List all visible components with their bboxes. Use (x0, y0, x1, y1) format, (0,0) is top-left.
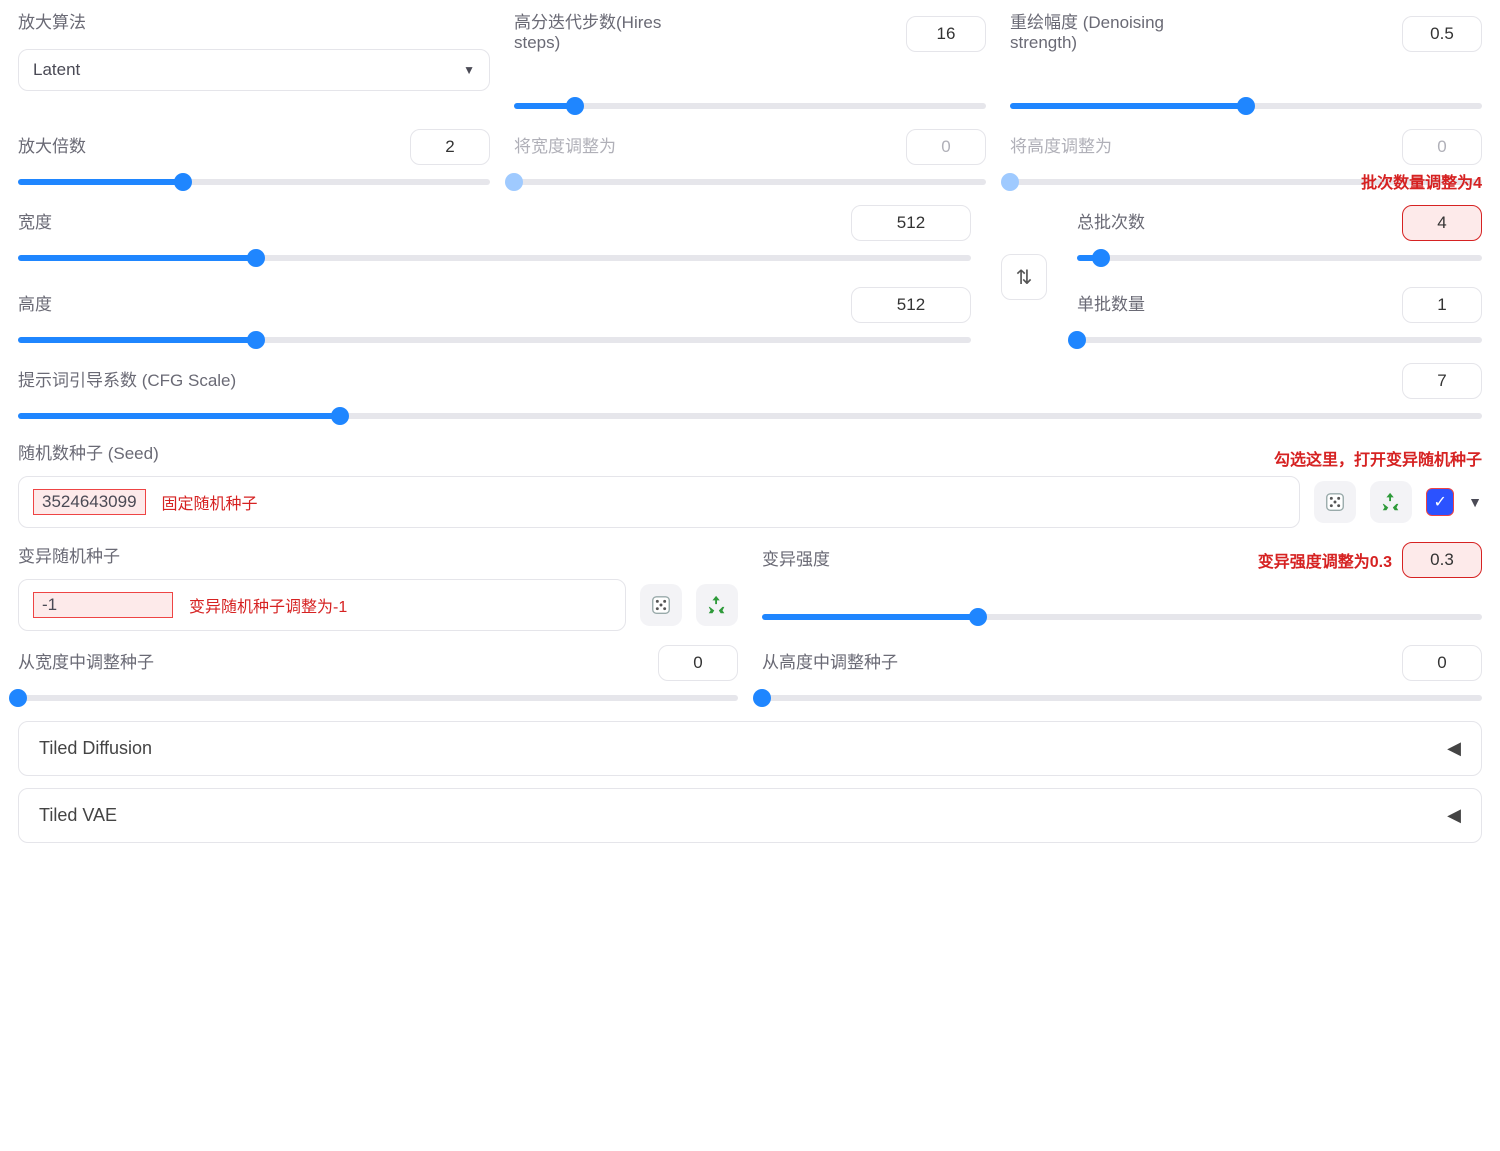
recycle-icon (1380, 491, 1402, 513)
check-icon: ✓ (1433, 492, 1446, 512)
cfg-input[interactable]: 7 (1402, 363, 1482, 399)
resize-seed-h-label: 从高度中调整种子 (762, 648, 898, 673)
width-label: 宽度 (18, 208, 52, 233)
chevron-left-icon: ◀ (1447, 738, 1461, 759)
var-strength-label: 变异强度 (762, 545, 830, 570)
batch-count-slider[interactable] (1077, 249, 1482, 267)
accordion-tiled-vae[interactable]: Tiled VAE ◀ (18, 788, 1482, 843)
hires-steps-slider[interactable] (514, 97, 986, 115)
swap-icon: ⇅ (1016, 265, 1033, 290)
dice-icon (650, 594, 672, 616)
seed-value: 3524643099 (33, 489, 146, 515)
chevron-down-icon[interactable]: ▼ (1468, 494, 1482, 510)
var-reuse-seed-button[interactable] (696, 584, 738, 626)
resize-w-input[interactable]: 0 (906, 129, 986, 165)
var-random-seed-button[interactable] (640, 584, 682, 626)
annotation-fixed-seed: 固定随机种子 (162, 490, 258, 514)
resize-seed-h-slider[interactable] (762, 689, 1482, 707)
batch-size-slider[interactable] (1077, 331, 1482, 349)
denoise-input[interactable]: 0.5 (1402, 16, 1482, 52)
hires-steps-input[interactable]: 16 (906, 16, 986, 52)
extra-seed-checkbox[interactable]: ✓ (1426, 488, 1454, 516)
height-label: 高度 (18, 290, 52, 315)
height-input[interactable]: 512 (851, 287, 971, 323)
denoise-label: 重绘幅度 (Denoising strength) (1010, 8, 1210, 53)
resize-w-slider[interactable] (514, 173, 986, 191)
upscale-by-input[interactable]: 2 (410, 129, 490, 165)
swap-dimensions-button[interactable]: ⇅ (1001, 254, 1047, 300)
seed-input[interactable]: 3524643099 固定随机种子 (18, 476, 1300, 528)
height-slider[interactable] (18, 331, 971, 349)
batch-count-label: 总批次数 (1077, 208, 1145, 233)
resize-w-label: 将宽度调整为 (514, 132, 616, 157)
resize-h-input[interactable]: 0 (1402, 129, 1482, 165)
batch-count-input[interactable]: 4 (1402, 205, 1482, 241)
upscaler-select[interactable]: Latent ▼ (18, 49, 490, 91)
cfg-slider[interactable] (18, 407, 1482, 425)
reuse-seed-button[interactable] (1370, 481, 1412, 523)
var-seed-value: -1 (33, 592, 173, 618)
width-slider[interactable] (18, 249, 971, 267)
batch-size-label: 单批数量 (1077, 290, 1145, 315)
var-strength-input[interactable]: 0.3 (1402, 542, 1482, 578)
hires-steps-label: 高分迭代步数(Hires steps) (514, 8, 694, 53)
dice-icon (1324, 491, 1346, 513)
upscale-by-slider[interactable] (18, 173, 490, 191)
upscaler-value: Latent (33, 60, 80, 80)
chevron-down-icon: ▼ (463, 63, 475, 77)
var-seed-label: 变异随机种子 (18, 542, 738, 567)
var-seed-input[interactable]: -1 变异随机种子调整为-1 (18, 579, 626, 631)
batch-size-input[interactable]: 1 (1402, 287, 1482, 323)
annotation-var-seed: 变异随机种子调整为-1 (189, 593, 347, 617)
resize-seed-w-slider[interactable] (18, 689, 738, 707)
width-input[interactable]: 512 (851, 205, 971, 241)
resize-h-label: 将高度调整为 (1010, 132, 1112, 157)
random-seed-button[interactable] (1314, 481, 1356, 523)
annotation-batch-count: 批次数量调整为4 (1361, 169, 1482, 193)
upscale-by-label: 放大倍数 (18, 132, 86, 157)
resize-seed-h-input[interactable]: 0 (1402, 645, 1482, 681)
upscaler-label: 放大算法 (18, 8, 490, 33)
cfg-label: 提示词引导系数 (CFG Scale) (18, 366, 236, 391)
resize-seed-w-input[interactable]: 0 (658, 645, 738, 681)
annotation-extra-check: 勾选这里，打开变异随机种子 (1274, 446, 1482, 470)
denoise-slider[interactable] (1010, 97, 1482, 115)
annotation-var-strength: 变异强度调整为0.3 (1258, 548, 1392, 572)
accordion-tiled-diffusion[interactable]: Tiled Diffusion ◀ (18, 721, 1482, 776)
accordion-label: Tiled Diffusion (39, 738, 152, 759)
resize-seed-w-label: 从宽度中调整种子 (18, 648, 154, 673)
seed-label: 随机数种子 (Seed) (18, 439, 159, 464)
recycle-icon (706, 594, 728, 616)
chevron-left-icon: ◀ (1447, 805, 1461, 826)
accordion-label: Tiled VAE (39, 805, 117, 826)
var-strength-slider[interactable] (762, 608, 1482, 626)
